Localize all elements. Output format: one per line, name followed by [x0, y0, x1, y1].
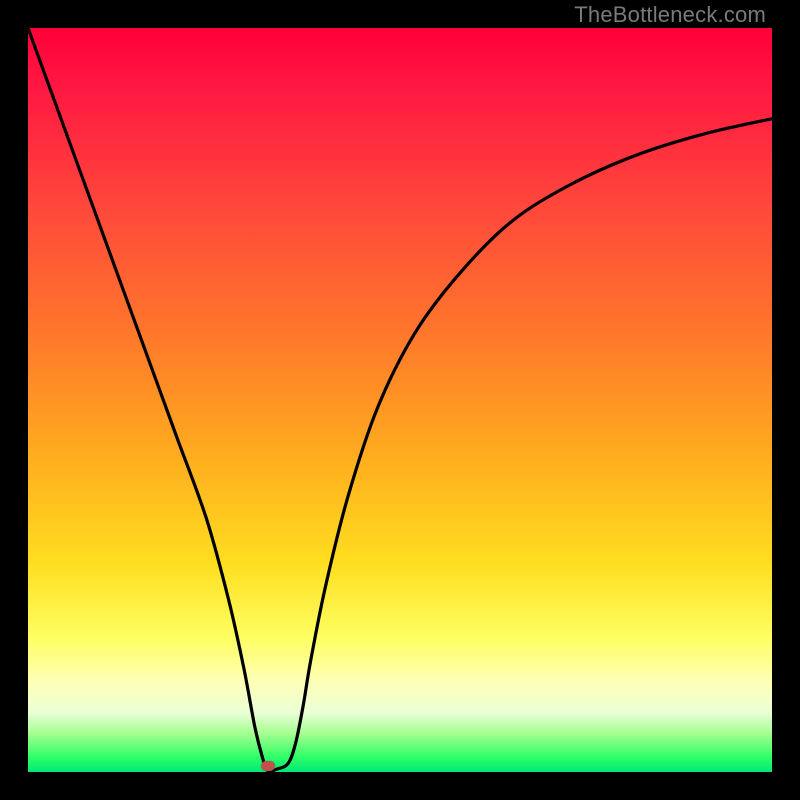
bottleneck-curve — [28, 28, 772, 772]
chart-frame: TheBottleneck.com — [0, 0, 800, 800]
watermark-text: TheBottleneck.com — [574, 2, 766, 28]
plot-area — [28, 28, 772, 772]
optimum-marker-icon — [261, 761, 275, 771]
